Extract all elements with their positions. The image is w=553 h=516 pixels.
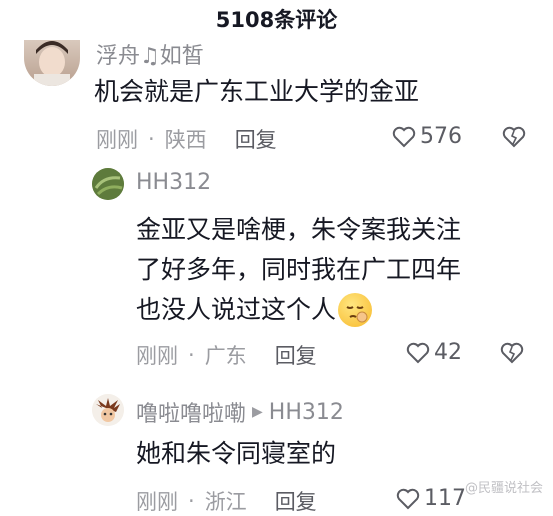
avatar-character-icon: [92, 394, 124, 426]
dislike-heart-icon[interactable]: [500, 342, 524, 364]
comment-time: 刚刚: [136, 490, 178, 514]
heart-icon: [406, 342, 430, 363]
comment-text-line: 了好多年，同时我在广工四年: [136, 255, 462, 284]
reply-arrow-icon: ▶: [252, 404, 263, 420]
comment-username[interactable]: 浮舟♫如皙: [96, 38, 204, 70]
comment-text-line: 金亚又是啥梗，朱令案我关注: [136, 215, 462, 244]
heart-icon: [392, 126, 416, 147]
avatar-portrait-icon: [34, 41, 70, 86]
dislike-heart-icon[interactable]: [502, 126, 526, 148]
watermark: @民疆说社会: [464, 481, 543, 496]
comment-text-line-last: 也没人说过这个人: [136, 288, 373, 332]
sleepy-face-emoji-icon: [338, 293, 373, 327]
comment-meta: 刚刚 · 广东 回复: [136, 340, 317, 370]
comment-text: 机会就是广东工业大学的金亚: [94, 77, 420, 106]
avatar[interactable]: [92, 168, 124, 200]
reply-button[interactable]: 回复: [275, 486, 317, 516]
separator-dot: ·: [148, 127, 155, 151]
avatar[interactable]: [24, 40, 80, 86]
avatar-leaf-icon: [92, 168, 124, 200]
comment-location: 浙江: [204, 490, 247, 514]
comment-time: 刚刚: [136, 344, 178, 368]
avatar[interactable]: [92, 394, 124, 426]
comment-meta: 刚刚 · 陕西 回复: [96, 124, 277, 154]
like-button[interactable]: 42: [406, 340, 462, 365]
separator-dot: ·: [188, 489, 195, 513]
comment-text: 她和朱令同寝室的: [136, 439, 337, 468]
comment-location: 广东: [204, 344, 247, 368]
reply-button[interactable]: 回复: [235, 124, 277, 154]
reply-to-username[interactable]: HH312: [269, 400, 344, 425]
like-count: 42: [434, 340, 462, 365]
comment-username[interactable]: HH312: [136, 170, 211, 195]
comments-header: 5108条评论: [0, 0, 553, 38]
like-count: 117: [424, 486, 466, 511]
like-count: 576: [420, 124, 462, 149]
like-button[interactable]: 117: [396, 486, 466, 511]
reply-username-row: 噜啦噜啦嘞 ▶ HH312: [136, 396, 344, 428]
comment-count-title: 5108条评论: [215, 8, 338, 32]
comment-location: 陕西: [164, 128, 207, 152]
separator-dot: ·: [188, 343, 195, 367]
comment-text-line: 也没人说过这个人: [136, 295, 337, 324]
reply-button[interactable]: 回复: [275, 340, 317, 370]
heart-icon: [396, 488, 420, 509]
comment-username[interactable]: 噜啦噜啦嘞: [136, 396, 246, 428]
like-button[interactable]: 576: [392, 124, 462, 149]
comment-meta: 刚刚 · 浙江 回复: [136, 486, 317, 516]
comment-time: 刚刚: [96, 128, 138, 152]
